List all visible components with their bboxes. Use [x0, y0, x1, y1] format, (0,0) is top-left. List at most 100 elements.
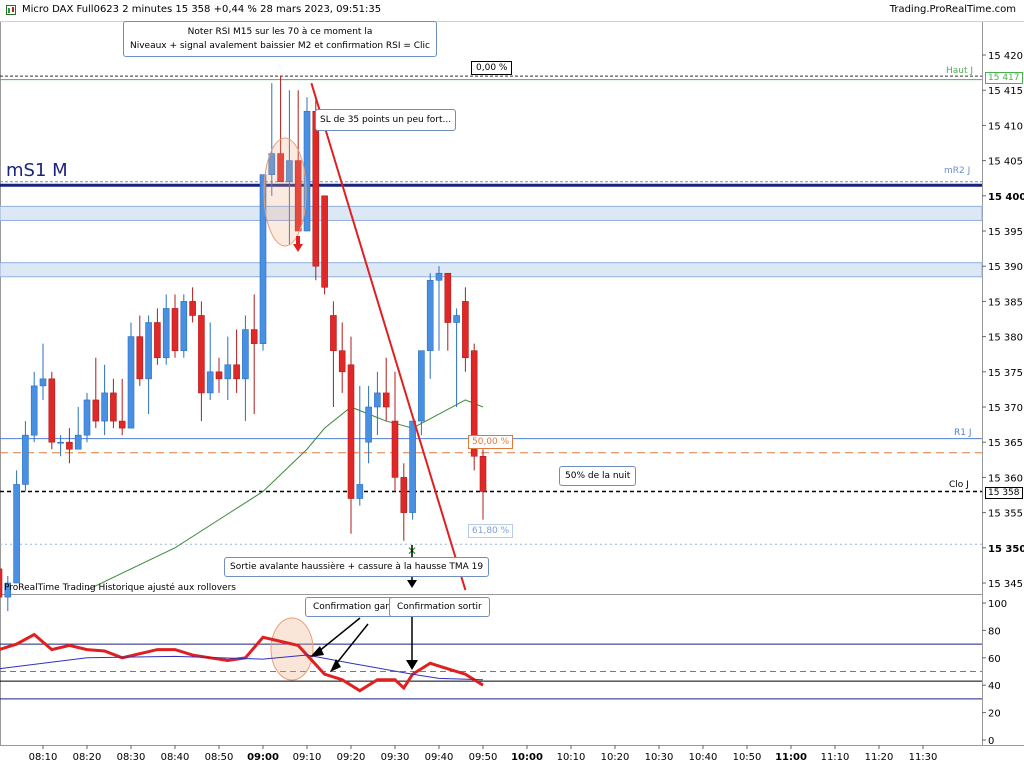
candle-body	[154, 322, 161, 359]
price-tick-label: 15 410	[988, 121, 1023, 132]
candle-body	[101, 392, 108, 422]
candle-body	[426, 279, 434, 351]
time-tick-label: 10:20	[601, 752, 630, 763]
candle-body	[444, 272, 452, 323]
watermark-text: ProRealTime Trading Historique ajusté au…	[4, 583, 236, 593]
rsi-arrow-1	[317, 617, 361, 653]
candle-body	[365, 406, 372, 443]
price-tick-label: 15 385	[988, 297, 1023, 308]
chart-canvas[interactable]: 15 420 15 415 15 410 15 405 15 400 15 395 15 3…	[0, 0, 1024, 768]
time-tick-label: 08:10	[29, 752, 58, 763]
candle-body	[330, 315, 337, 351]
fib-618-label: 61,80 %	[468, 524, 514, 538]
candle-body	[435, 272, 443, 281]
rsi-tick-label: 100	[988, 599, 1007, 610]
time-tick-label: 08:20	[73, 752, 102, 763]
candle-body	[206, 371, 214, 394]
time-tick-label: 09:40	[425, 752, 454, 763]
level-mr2j: mR2 J	[944, 166, 971, 176]
rsi-tick-label: 80	[988, 626, 1001, 637]
time-tick-label: 09:00	[247, 752, 279, 763]
level-r1j: R1 J	[954, 428, 972, 438]
candle-body	[479, 455, 487, 492]
price-tick-label: 15 355	[988, 509, 1023, 520]
half-night-note: 50% de la nuit	[559, 466, 637, 486]
candle-body	[189, 301, 196, 316]
candle-body	[382, 392, 390, 408]
candle-body	[0, 568, 3, 598]
time-tick-label: 08:50	[205, 752, 234, 763]
time-tick-label: 08:30	[117, 752, 146, 763]
price-tick-label: 15 375	[988, 368, 1023, 379]
haut-price-tag: 15 417	[985, 72, 1023, 84]
time-tick-label: 09:20	[337, 752, 366, 763]
candle-body	[83, 399, 91, 436]
price-tick-label: 15 350	[988, 544, 1024, 555]
time-tick-label: 09:50	[469, 752, 498, 763]
time-tick-label: 10:00	[511, 752, 543, 763]
price-tick-label: 15 380	[988, 333, 1023, 344]
time-tick-label: 09:30	[381, 752, 410, 763]
candle-body	[39, 378, 47, 387]
fifty-percent-label: 50,00 %	[468, 435, 514, 449]
time-tick-label: 08:40	[161, 752, 190, 763]
rsi-tick-label: 60	[988, 654, 1001, 665]
candle-body	[233, 364, 240, 380]
price-tick-label: 15 345	[988, 579, 1023, 590]
price-tick-label: 15 420	[988, 51, 1023, 62]
candle-body	[400, 477, 408, 513]
time-tick-label: 10:10	[557, 752, 586, 763]
zero-percent-label: 0,00 %	[471, 61, 513, 75]
candle-body	[391, 420, 399, 478]
price-tick-label: 15 360	[988, 473, 1023, 484]
sl-note: SL de 35 points un peu fort...	[315, 109, 457, 131]
rsi-arrow-3-head	[406, 660, 418, 670]
candle-body	[224, 364, 232, 380]
exit-note: Sortie avalante haussière + cassure à la…	[224, 557, 490, 577]
time-tick-label: 09:10	[293, 752, 322, 763]
price-tick-label: 15 395	[988, 227, 1023, 238]
rsi-tick-label: 40	[988, 681, 1001, 692]
candle-body	[145, 322, 152, 380]
note-rsi-line2: Niveaux + signal avalement baissier M2 e…	[129, 41, 431, 51]
rsi-tick-label: 0	[988, 736, 994, 747]
time-tick-label: 11:20	[865, 752, 894, 763]
candle-body	[356, 484, 364, 499]
confirm-exit-note: Confirmation sortir	[389, 597, 490, 617]
candle-body	[13, 484, 20, 584]
price-tick-label: 15 365	[988, 438, 1023, 449]
candle-body	[127, 336, 135, 429]
time-tick-label: 10:50	[733, 752, 762, 763]
sell-arrow-stem	[296, 236, 300, 244]
signal-ellipse	[263, 137, 307, 247]
note-rsi-line1: Noter RSI M15 sur les 70 à ce moment la	[187, 27, 373, 37]
rsi-signal-ellipse	[270, 617, 314, 681]
price-tick-label: 15 415	[988, 86, 1023, 97]
level-hautj: Haut J	[946, 66, 974, 76]
candle-body	[374, 392, 381, 408]
candle-body	[110, 392, 117, 422]
candle-body	[180, 301, 188, 351]
time-tick-label: 11:00	[775, 752, 807, 763]
level-ms1m: mS1 M	[6, 160, 68, 181]
candle-body	[418, 350, 425, 422]
price-panel-bg	[0, 22, 982, 594]
price-tick-label: 15 400	[988, 192, 1024, 203]
level-cloj: Clo J	[949, 480, 969, 490]
clo-price-tag: 15 358	[985, 487, 1023, 499]
candle-body	[162, 308, 170, 359]
candle-body	[57, 441, 64, 444]
time-tick-label: 11:30	[909, 752, 938, 763]
candle-body	[338, 350, 346, 373]
resistance-zone-0	[0, 205, 983, 221]
time-tick-label: 10:40	[689, 752, 718, 763]
candle-body	[462, 301, 469, 359]
candle-body	[409, 420, 416, 513]
candle-body	[171, 308, 179, 351]
rsi-tick-label: 20	[988, 709, 1001, 720]
candle-body	[66, 441, 73, 450]
candle-body	[30, 385, 38, 436]
candle-body	[312, 111, 320, 267]
candle-body	[22, 434, 29, 485]
time-tick-label: 10:30	[645, 752, 674, 763]
